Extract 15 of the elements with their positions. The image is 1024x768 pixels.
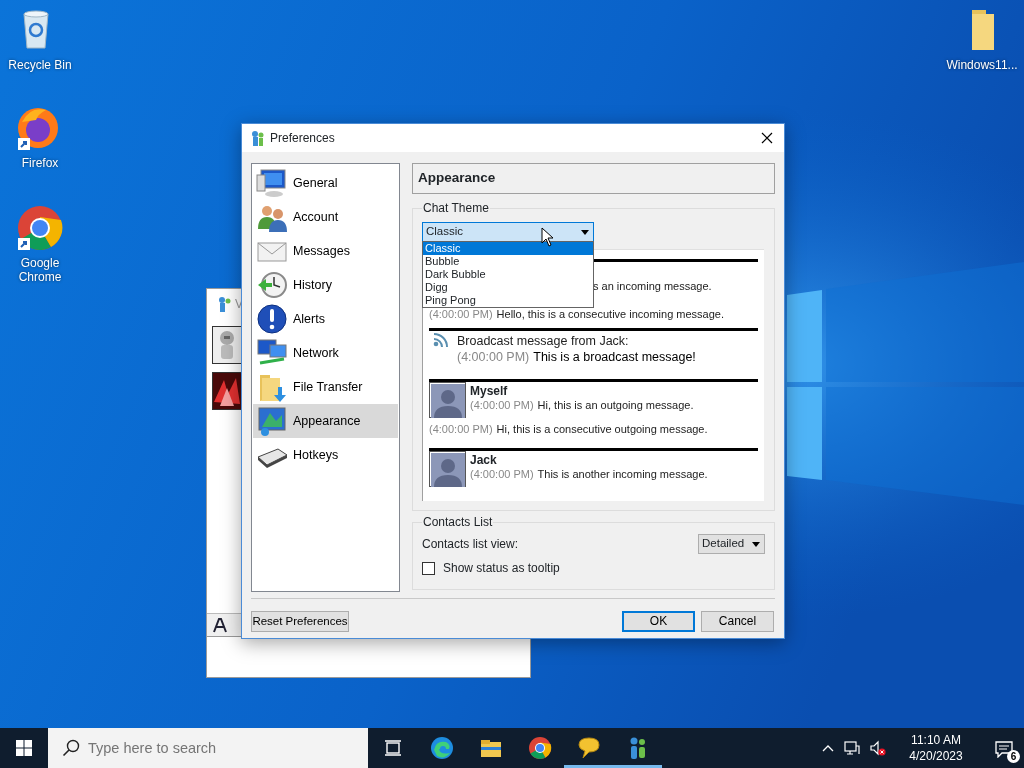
chat-bubble-icon — [576, 736, 601, 760]
clock-date[interactable]: 4/20/2023 — [900, 748, 972, 764]
chevron-icon[interactable] — [822, 744, 834, 752]
task-view-icon — [383, 739, 402, 757]
notification-count: 6 — [1007, 750, 1020, 763]
message-icon — [995, 739, 1013, 758]
browser-icon — [429, 736, 454, 760]
notification-button[interactable]: 6 — [984, 728, 1024, 768]
network-icon[interactable] — [844, 740, 860, 756]
windows-icon — [16, 740, 32, 756]
speaker-muted-icon[interactable] — [870, 740, 886, 756]
browser-icon — [527, 736, 552, 760]
search-icon — [62, 739, 80, 757]
search-field[interactable]: Type here to search — [48, 728, 368, 768]
clock-time[interactable]: 11:10 AM — [900, 732, 972, 748]
